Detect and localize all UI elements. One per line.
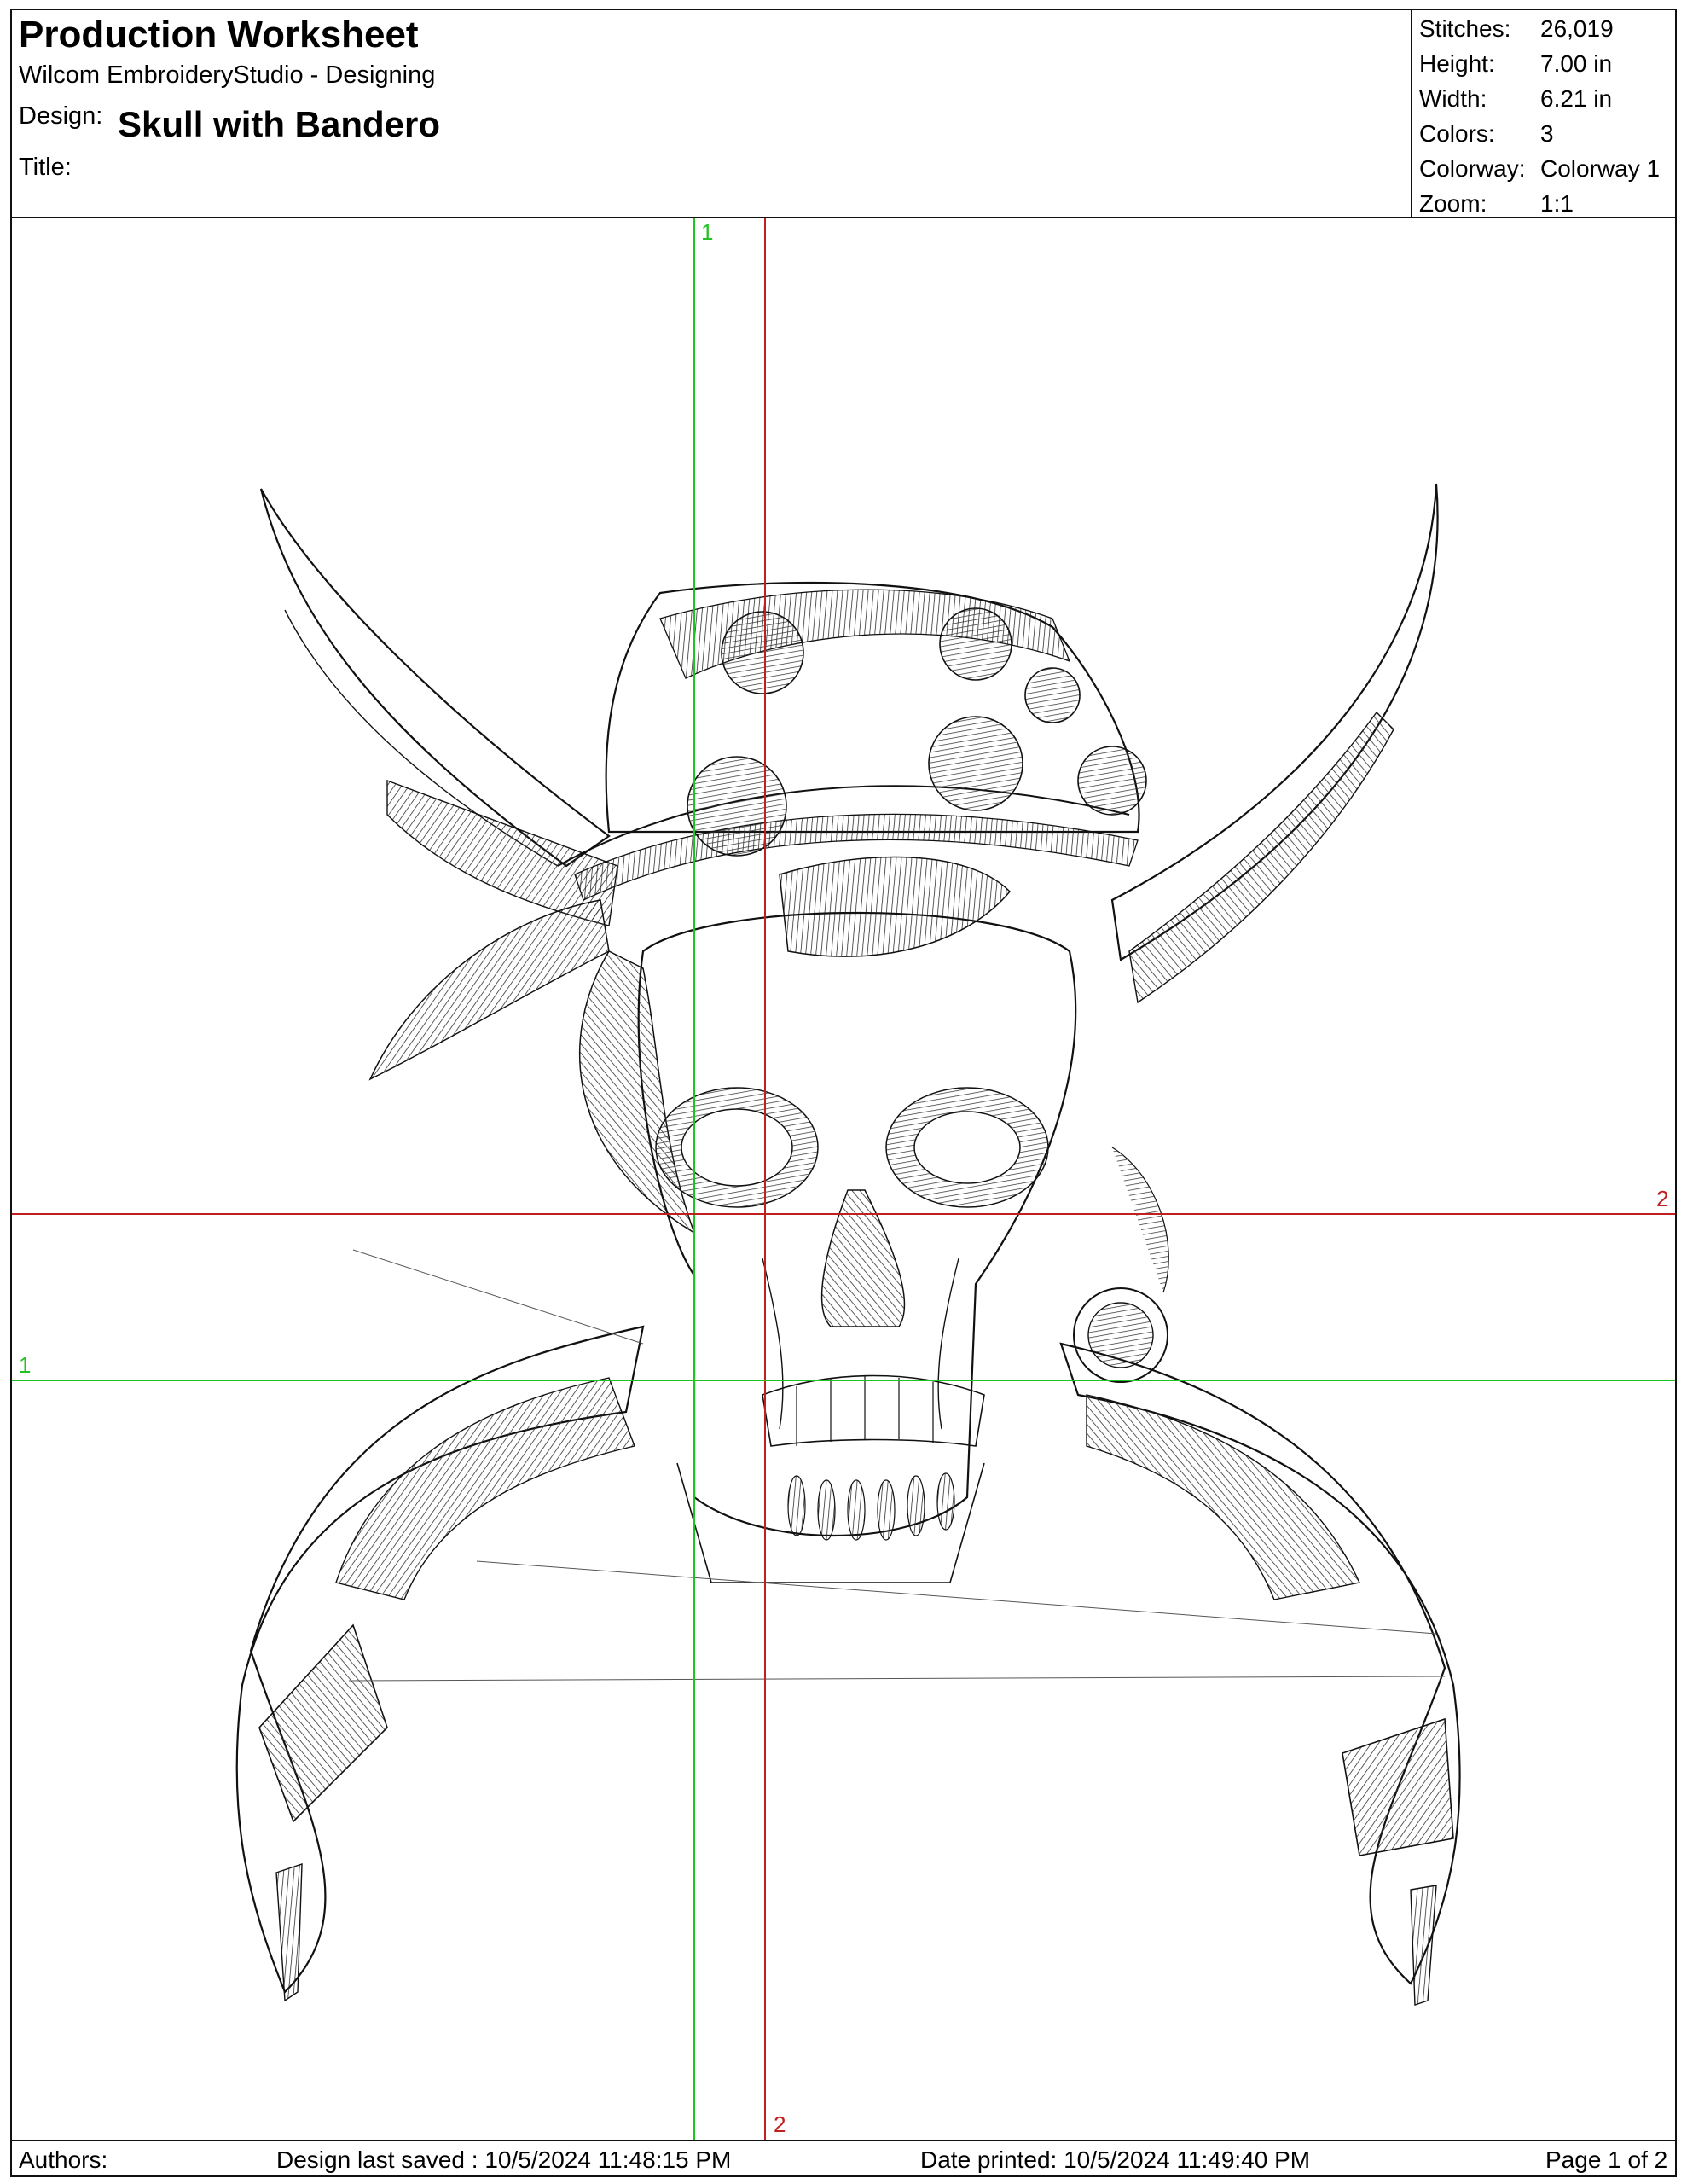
stat-value: 26,019 — [1540, 15, 1614, 42]
worksheet-header: Production Worksheet Wilcom EmbroiderySt… — [10, 9, 1677, 218]
date-printed: Date printed: 10/5/2024 11:49:40 PM — [920, 2146, 1311, 2173]
bandana-dot — [687, 756, 787, 857]
design-label: Design: — [19, 102, 103, 130]
stat-label: Height: — [1419, 50, 1495, 77]
bandana-dot — [939, 607, 1012, 681]
title-label: Title: — [19, 154, 72, 181]
teeth-lines — [796, 1376, 934, 1446]
stat-label: Zoom: — [1419, 190, 1487, 217]
design-canvas: 1 2 2 1 — [10, 218, 1677, 2141]
bandana-dot — [1077, 746, 1147, 816]
stat-value: 7.00 in — [1540, 50, 1613, 77]
stat-stitches: Stitches: 26,019 — [1412, 15, 1677, 49]
bandana-tail — [368, 899, 610, 1081]
bandana-dot — [1024, 667, 1081, 723]
guide-label-v-green: 1 — [701, 219, 714, 245]
stat-value: 3 — [1540, 120, 1554, 147]
earring-inner — [1087, 1302, 1154, 1368]
bandana-dot — [928, 716, 1023, 811]
worksheet-footer: Authors: Design last saved : 10/5/2024 1… — [10, 2140, 1677, 2177]
bandana-dot — [721, 611, 804, 694]
stat-label: Colorway: — [1419, 155, 1526, 182]
header-info: Production Worksheet Wilcom EmbroiderySt… — [12, 10, 1411, 217]
stat-label: Colors: — [1419, 120, 1495, 147]
stat-height: Height: 7.00 in — [1412, 50, 1677, 84]
last-saved: Design last saved : 10/5/2024 11:48:15 P… — [276, 2146, 732, 2173]
bandana-tail-2 — [579, 950, 696, 1234]
guide-label-v-red: 2 — [774, 2111, 786, 2137]
upper-teeth — [762, 1374, 985, 1447]
stat-value: Colorway 1 — [1540, 155, 1661, 182]
stat-label: Stitches: — [1419, 15, 1511, 42]
embroidery-design-drawing — [12, 218, 1675, 2141]
right-hair-fringe — [1111, 1147, 1169, 1293]
guide-label-h-red: 2 — [1656, 1186, 1669, 1211]
eye-patch — [779, 856, 1012, 957]
design-name: Skull with Bandero — [118, 104, 441, 144]
pirate-skull-artwork — [235, 483, 1461, 2006]
nose-cavity — [820, 1189, 906, 1327]
stat-value: 6.21 in — [1540, 85, 1613, 112]
lower-right-fill — [1086, 1394, 1361, 1600]
right-sword-fill — [1128, 711, 1394, 1004]
right-eye-hole — [913, 1111, 1021, 1184]
stat-width: Width: 6.21 in — [1412, 85, 1677, 119]
guide-label-h-green: 1 — [19, 1352, 32, 1378]
lower-left-guard — [258, 1623, 388, 1823]
page-number: Page 1 of 2 — [1545, 2146, 1668, 2173]
stat-colorway: Colorway: Colorway 1 — [1412, 155, 1677, 189]
design-stats: Stitches: 26,019 Height: 7.00 in Width: … — [1411, 10, 1677, 217]
stat-label: Width: — [1419, 85, 1487, 112]
lower-teeth — [787, 1472, 955, 1541]
stat-value: 1:1 — [1540, 190, 1574, 217]
worksheet-title: Production Worksheet — [19, 14, 419, 55]
left-eye-hole — [681, 1108, 793, 1187]
guide-lines — [12, 218, 1675, 2141]
lower-left-fill — [335, 1377, 635, 1600]
skull-cheek-right — [937, 1258, 959, 1430]
application-name: Wilcom EmbroideryStudio - Designing — [19, 61, 436, 89]
lower-right-grip — [1410, 1885, 1437, 2006]
stat-colors: Colors: 3 — [1412, 120, 1677, 154]
lower-right-guard — [1342, 1717, 1454, 1856]
authors-label: Authors: — [19, 2146, 108, 2173]
